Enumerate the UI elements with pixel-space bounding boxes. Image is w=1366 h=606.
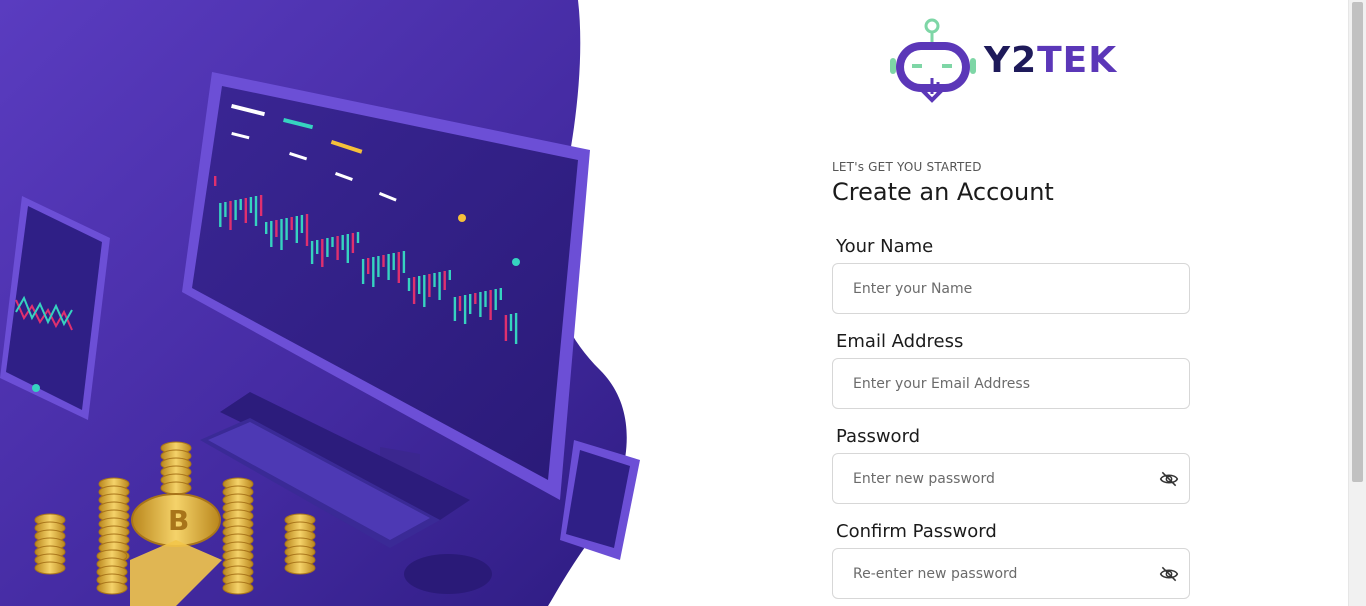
- candle-mark: [433, 273, 436, 287]
- candle-mark: [479, 292, 482, 317]
- candle-mark: [489, 290, 492, 320]
- candle-mark: [474, 293, 477, 304]
- password-input[interactable]: [833, 454, 1189, 503]
- candle-mark: [219, 203, 222, 227]
- candle-mark: [428, 274, 431, 297]
- candle-mark: [341, 235, 344, 250]
- candle-mark: [285, 218, 288, 240]
- candle-mark: [418, 276, 421, 294]
- candle-mark: [458, 296, 462, 311]
- name-field[interactable]: [832, 263, 1190, 314]
- candle-mark: [392, 253, 395, 270]
- hero-illustration: B: [0, 0, 640, 606]
- candle-mark: [295, 216, 298, 243]
- email-input[interactable]: [833, 359, 1189, 408]
- candle-mark: [275, 220, 278, 237]
- candle-mark: [499, 288, 502, 300]
- name-input[interactable]: [833, 264, 1189, 313]
- candle-mark: [402, 251, 406, 273]
- coin-mark: [222, 581, 254, 595]
- brand-wordmark: Y2TEK: [984, 40, 1117, 81]
- candle-mark: [367, 258, 370, 274]
- candle-mark: [265, 222, 268, 234]
- eye-off-icon[interactable]: [1159, 564, 1179, 584]
- candle-mark: [290, 217, 293, 230]
- coin-mark: [160, 481, 192, 495]
- eye-off-icon[interactable]: [1159, 469, 1179, 489]
- candle-mark: [249, 197, 253, 213]
- candle-mark: [356, 232, 360, 243]
- candle-mark: [259, 195, 263, 216]
- password-field[interactable]: [832, 453, 1190, 504]
- candle-mark: [514, 313, 518, 344]
- candle-mark: [254, 196, 258, 226]
- scrollbar-thumb[interactable]: [1352, 2, 1363, 482]
- candle-mark: [300, 215, 304, 233]
- candle-mark: [331, 237, 334, 247]
- candle-mark: [280, 219, 283, 250]
- candle-mark: [336, 236, 339, 260]
- page-scrollbar[interactable]: [1348, 0, 1366, 606]
- confirm-password-field[interactable]: [832, 548, 1190, 599]
- candle-mark: [397, 252, 400, 283]
- coin-mark: [96, 581, 128, 595]
- candle-mark: [372, 257, 375, 287]
- email-field[interactable]: [832, 358, 1190, 409]
- candle-mark: [377, 256, 380, 277]
- candle-mark: [443, 271, 446, 290]
- page-title: Create an Account: [832, 178, 1054, 206]
- candle-mark: [423, 275, 426, 307]
- candle-mark: [484, 291, 487, 307]
- candle-mark: [453, 297, 457, 321]
- coin-mark: [34, 561, 66, 575]
- candle-mark: [463, 295, 467, 324]
- password-label: Password: [836, 426, 921, 447]
- candle-mark: [239, 199, 242, 210]
- candle-mark: [214, 176, 217, 186]
- candle-mark: [382, 255, 385, 267]
- candle-mark: [361, 259, 365, 284]
- candle-mark: [504, 315, 508, 341]
- candle-mark: [346, 234, 349, 263]
- confirm-password-label: Confirm Password: [836, 521, 997, 542]
- candle-mark: [229, 201, 232, 230]
- svg-text:B: B: [168, 504, 189, 537]
- candle-mark: [244, 198, 247, 223]
- candle-mark: [509, 314, 513, 331]
- crypto-trading-illustration: B: [0, 0, 640, 606]
- email-label: Email Address: [836, 331, 964, 352]
- candle-mark: [234, 200, 237, 220]
- candle-mark: [321, 239, 324, 267]
- candle-mark: [438, 272, 441, 300]
- candle-mark: [270, 221, 273, 247]
- candle-mark: [448, 270, 451, 280]
- robot-logo-icon: [890, 18, 976, 103]
- candle-mark: [469, 294, 472, 314]
- candle-mark: [310, 241, 314, 264]
- confirm-password-input[interactable]: [833, 549, 1189, 598]
- candle-mark: [351, 233, 355, 253]
- form-overline: LET's GET YOU STARTED: [832, 160, 982, 174]
- candle-mark: [412, 277, 416, 304]
- candle-mark: [494, 289, 497, 310]
- candle-mark: [387, 254, 390, 280]
- candle-mark: [407, 278, 411, 291]
- candle-mark: [305, 214, 309, 246]
- candle-mark: [224, 202, 227, 217]
- brand-name-part2: TEK: [1037, 40, 1118, 81]
- candle-mark: [326, 238, 329, 257]
- name-label: Your Name: [836, 236, 934, 257]
- coin-mark: [284, 561, 316, 575]
- brand-name-part1: Y2: [984, 40, 1038, 81]
- candle-mark: [316, 240, 319, 254]
